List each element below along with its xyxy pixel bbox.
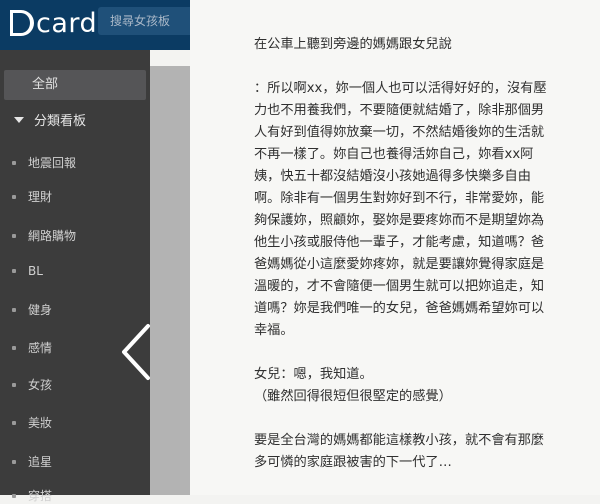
logo-text: card [36, 7, 98, 39]
chevron-left-icon[interactable] [118, 322, 154, 382]
sidebar-item[interactable]: 健身 [12, 301, 52, 318]
sidebar-item-label: 女孩 [28, 378, 53, 392]
sidebar-section-header[interactable]: 分類看板 [14, 110, 86, 129]
bullet-icon [12, 459, 16, 464]
sidebar-item[interactable]: 網路購物 [12, 227, 76, 244]
bullet-icon [12, 382, 16, 387]
bullet-icon [12, 269, 16, 273]
bullet-icon [12, 493, 16, 498]
sidebar-item-label: 地震回報 [28, 156, 77, 170]
sidebar-item-label: 追星 [28, 455, 53, 469]
dcard-logo[interactable]: card [10, 6, 97, 40]
sidebar-item-label: 穿搭 [28, 489, 53, 503]
bullet-icon [12, 420, 16, 425]
bullet-icon [12, 345, 16, 350]
bullet-icon [12, 307, 16, 312]
sidebar-item[interactable]: 美妝 [12, 414, 52, 431]
sidebar-item-label: 美妝 [28, 416, 53, 430]
sidebar-item-label: BL [28, 264, 43, 278]
search-input[interactable]: 搜尋女孩板 [98, 7, 190, 35]
article-paragraph: ：所以啊xx，妳一個人也可以活得好好的，沒有壓力也不用養我們，不要隨便就結婚了，… [254, 81, 547, 338]
sidebar-item[interactable]: 女孩 [12, 376, 52, 393]
bullet-icon [12, 233, 16, 238]
sidebar-item[interactable]: 地震回報 [12, 154, 76, 171]
caret-down-icon [14, 116, 24, 123]
sidebar-item-label: 健身 [28, 303, 53, 317]
sidebar-item[interactable]: 理財 [12, 188, 52, 205]
sidebar-section-label: 分類看板 [34, 114, 87, 129]
article-reply: 女兒：嗯，我知道。 [254, 367, 373, 382]
sidebar-item[interactable]: 感情 [12, 339, 52, 356]
sidebar-item-label: 網路購物 [28, 229, 77, 243]
sidebar: 全部 分類看板 地震回報 理財 網路購物 BL 健身 感情 女孩 美妝 追星 穿… [0, 50, 150, 503]
sidebar-item[interactable]: 穿搭 [12, 487, 52, 504]
sidebar-item-all[interactable]: 全部 [4, 70, 146, 100]
bullet-icon [12, 160, 16, 165]
sidebar-item-label: 理財 [28, 190, 53, 204]
sidebar-item-label: 感情 [28, 341, 53, 355]
bullet-icon [12, 194, 16, 199]
article-reply-note: （雖然回得很短但很堅定的感覺） [254, 389, 452, 404]
article-body: 在公車上聽到旁邊的媽媽跟女兒說 ：所以啊xx，妳一個人也可以活得好好的，沒有壓力… [254, 34, 554, 474]
sidebar-item[interactable]: 追星 [12, 453, 52, 470]
sidebar-item[interactable]: BL [12, 264, 43, 278]
logo-d-mark [10, 10, 34, 36]
content-panel-edge [150, 66, 190, 495]
article-title: 在公車上聽到旁邊的媽媽跟女兒說 [254, 37, 452, 52]
top-bar: card 搜尋女孩板 [0, 0, 190, 50]
article-closing: 要是全台灣的媽媽都能這樣教小孩，就不會有那麼多可憐的家庭跟被害的下一代了… [254, 433, 545, 470]
